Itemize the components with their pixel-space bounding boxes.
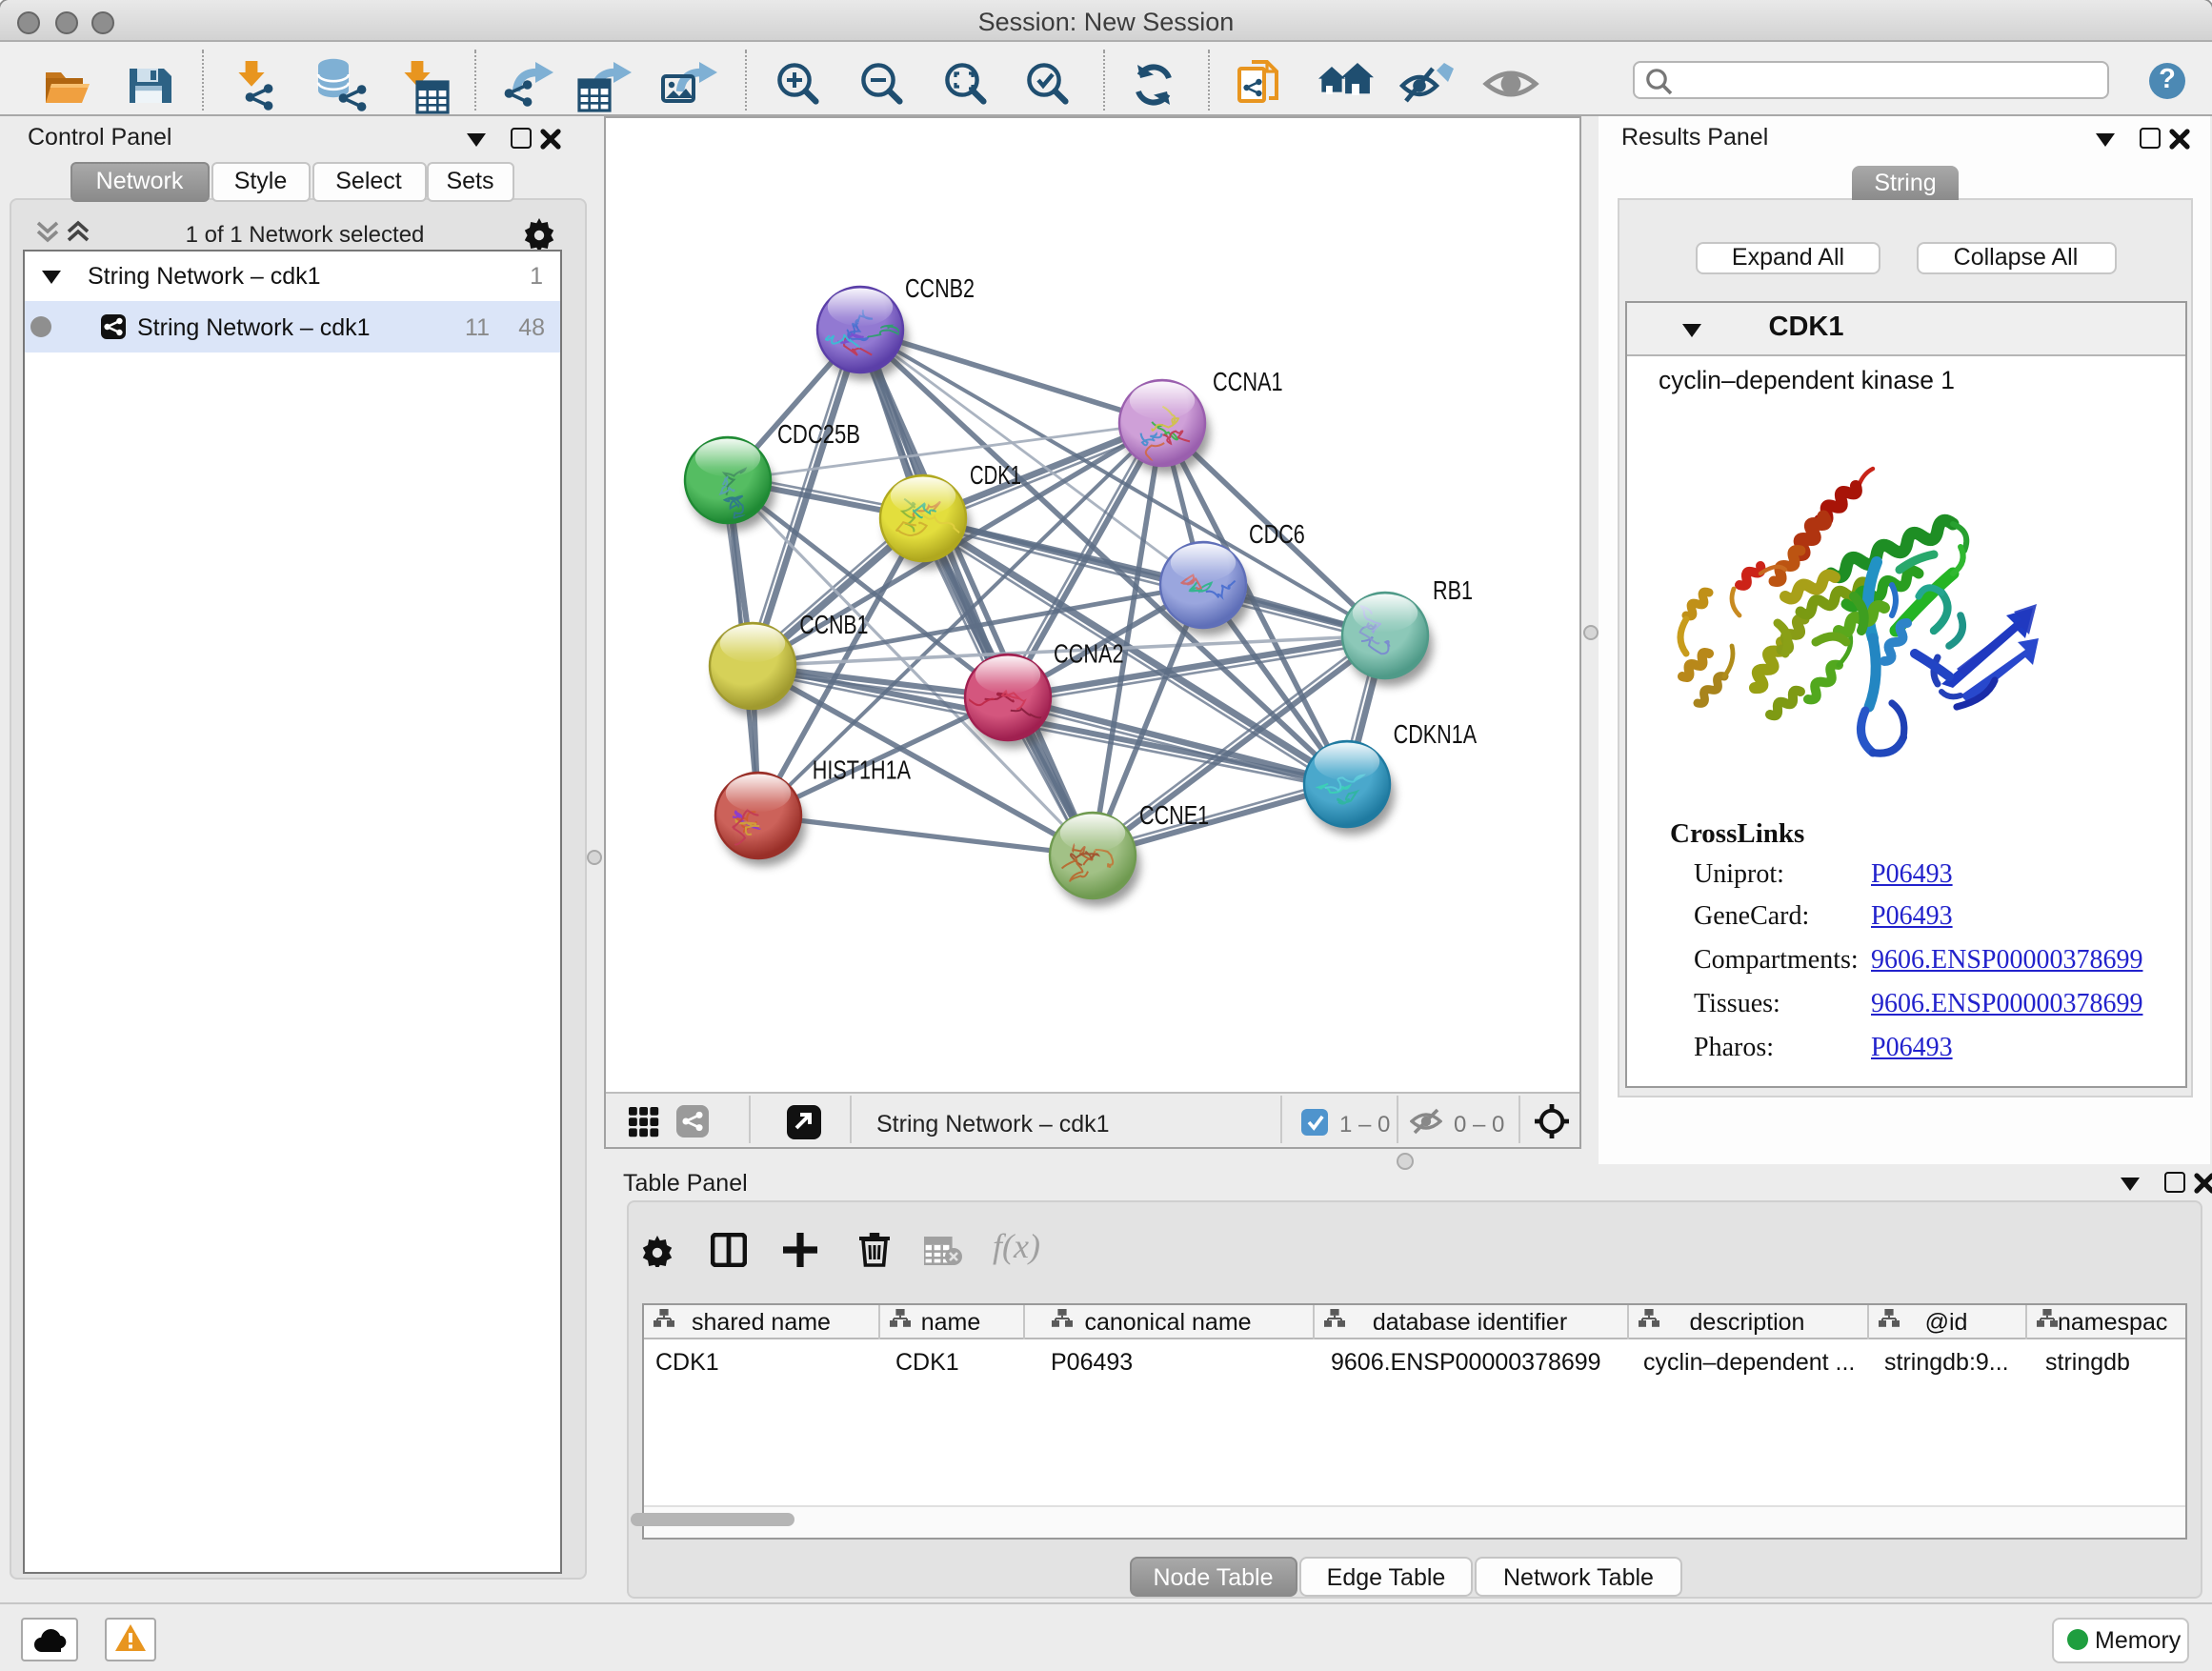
- svg-text:HIST1H1A: HIST1H1A: [813, 755, 911, 784]
- svg-text:CDKN1A: CDKN1A: [1394, 719, 1478, 749]
- svg-text:CCNA1: CCNA1: [1213, 367, 1283, 396]
- svg-text:CCNB1: CCNB1: [799, 610, 868, 639]
- svg-text:CCNB2: CCNB2: [905, 273, 975, 303]
- svg-text:CDC25B: CDC25B: [777, 419, 860, 449]
- svg-text:CCNE1: CCNE1: [1139, 800, 1209, 830]
- svg-text:RB1: RB1: [1433, 575, 1473, 605]
- svg-text:CDC6: CDC6: [1249, 519, 1305, 549]
- svg-text:CCNA2: CCNA2: [1054, 638, 1124, 668]
- svg-text:CDK1: CDK1: [970, 460, 1021, 490]
